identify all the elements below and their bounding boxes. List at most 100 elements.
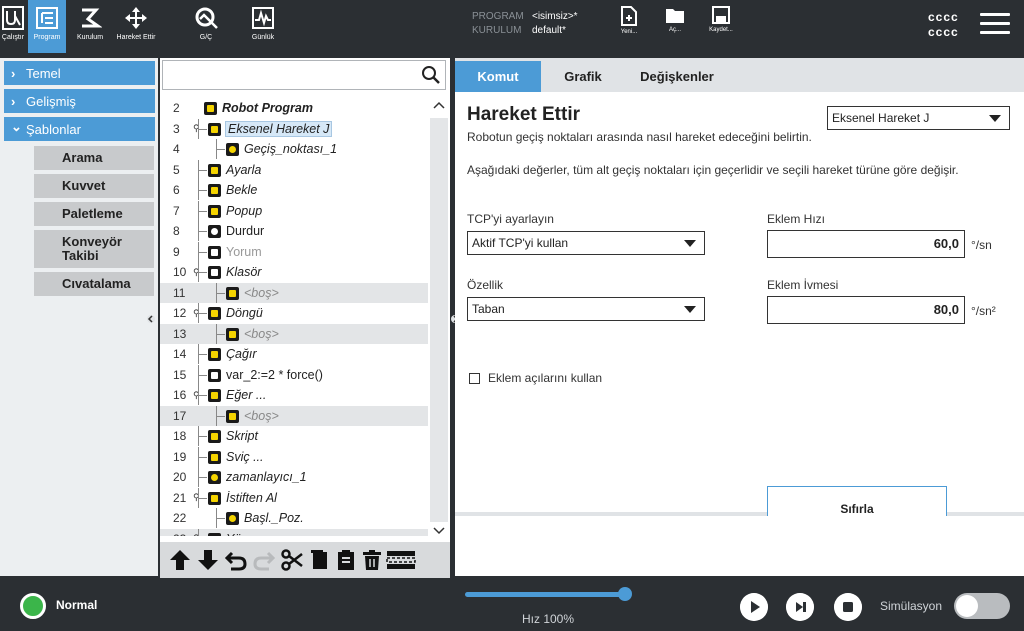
nav-move-button[interactable]: Hareket Ettir bbox=[112, 0, 160, 53]
tree-row[interactable]: 5 Ayarla bbox=[160, 159, 428, 180]
tree-connector bbox=[198, 497, 207, 499]
robot-arm-icon bbox=[82, 8, 102, 28]
tree-row[interactable]: 18 Skript bbox=[160, 426, 428, 446]
category-advanced[interactable]: › Gelişmiş bbox=[4, 89, 155, 113]
category-basic[interactable]: › Temel bbox=[4, 61, 155, 85]
program-tree-icon bbox=[36, 7, 58, 29]
collapse-left-icon[interactable] bbox=[146, 312, 156, 326]
tree-connector bbox=[198, 180, 199, 200]
tree-row[interactable]: 3 ⚲ Eksenel Hareket J bbox=[160, 118, 428, 139]
tree-row[interactable]: 2 Robot Program bbox=[160, 98, 428, 118]
tab-variables[interactable]: Değişkenler bbox=[627, 61, 727, 92]
tree-row[interactable]: 21 ⚲ İstiften Al bbox=[160, 487, 428, 508]
tree-row[interactable]: 4 Geçiş_noktası_1 bbox=[160, 139, 428, 159]
stop-icon[interactable] bbox=[834, 593, 862, 621]
category-basic-label: Temel bbox=[26, 65, 61, 81]
program-categories-panel: › Temel › Gelişmiş ⌄ Şablonlar Arama Kuv… bbox=[0, 58, 158, 576]
suppress-icon[interactable] bbox=[386, 548, 416, 572]
simulation-toggle[interactable] bbox=[954, 593, 1010, 619]
cut-icon[interactable] bbox=[280, 548, 304, 572]
tab-command[interactable]: Komut bbox=[455, 61, 541, 92]
delete-icon[interactable] bbox=[360, 548, 384, 572]
nav-io-button[interactable]: G/Ç bbox=[186, 0, 226, 53]
nav-log-button[interactable]: Günlük bbox=[240, 0, 286, 53]
speed-slider-track[interactable] bbox=[465, 592, 627, 597]
tree-row[interactable]: 11 <boş> bbox=[160, 282, 428, 303]
nav-run-button[interactable]: Çalıştır bbox=[0, 0, 26, 53]
tree-row[interactable]: 12 ⚲ Döngü bbox=[160, 303, 428, 323]
tree-row[interactable]: 17 <boş> bbox=[160, 405, 428, 426]
tree-row[interactable]: 16 ⚲ Eğer ... bbox=[160, 385, 428, 405]
tree-search-field[interactable] bbox=[162, 60, 446, 90]
tree-connector bbox=[198, 190, 207, 191]
category-templates[interactable]: ⌄ Şablonlar bbox=[4, 117, 155, 141]
if-icon bbox=[208, 389, 221, 402]
tree-node-label: zamanlayıcı_1 bbox=[226, 470, 307, 484]
paste-icon[interactable] bbox=[334, 548, 358, 572]
search-icon[interactable] bbox=[421, 65, 441, 85]
line-number: 15 bbox=[173, 367, 187, 382]
copy-icon[interactable] bbox=[308, 548, 332, 572]
menu-hamburger-icon[interactable] bbox=[980, 13, 1010, 37]
command-content: Hareket Ettir Eksenel Hareket J Robotun … bbox=[455, 92, 1024, 532]
joint-accel-input[interactable]: 80,0 bbox=[767, 296, 965, 324]
new-button[interactable]: Yeni... bbox=[612, 6, 646, 35]
feature-dropdown[interactable]: Taban bbox=[467, 297, 705, 321]
tcp-dropdown[interactable]: Aktif TCP'yi kullan bbox=[467, 231, 705, 255]
move-up-icon[interactable] bbox=[168, 548, 192, 572]
joint-speed-input[interactable]: 60,0 bbox=[767, 230, 965, 258]
joint-accel-unit: °/sn² bbox=[971, 304, 996, 318]
move-type-dropdown[interactable]: Eksenel Hareket J bbox=[827, 106, 1010, 130]
tab-graphics[interactable]: Grafik bbox=[551, 61, 615, 92]
popup-icon bbox=[208, 204, 221, 218]
move-arrows-icon bbox=[125, 7, 147, 29]
template-force[interactable]: Kuvvet bbox=[34, 174, 154, 198]
step-icon[interactable] bbox=[786, 593, 814, 621]
tree-row[interactable]: 20 zamanlayıcı_1 bbox=[160, 467, 428, 487]
tree-node-label: Eğer ... bbox=[226, 388, 267, 402]
template-palletizing[interactable]: Paletleme bbox=[34, 202, 154, 226]
tree-node-label: Klasör bbox=[226, 265, 262, 279]
tree-row[interactable]: 15 var_2:=2 * force() bbox=[160, 364, 428, 385]
undo-icon[interactable] bbox=[224, 548, 248, 572]
scroll-up-icon[interactable] bbox=[432, 100, 446, 114]
move-down-icon[interactable] bbox=[196, 548, 220, 572]
tree-row[interactable]: 10 ⚲ Klasör bbox=[160, 262, 428, 282]
tree-row[interactable]: 23⚲Yön bbox=[160, 528, 428, 536]
tree-row[interactable]: 7 Popup bbox=[160, 200, 428, 221]
joint-speed-label: Eklem Hızı bbox=[767, 212, 826, 226]
play-icon[interactable] bbox=[740, 593, 768, 621]
save-button[interactable]: Kaydet... bbox=[704, 6, 738, 33]
tree-row[interactable]: 9 Yorum bbox=[160, 241, 428, 262]
tree-node-label: Döngü bbox=[226, 306, 263, 320]
chevron-right-icon: › bbox=[11, 65, 16, 81]
tree-row[interactable]: 6 Bekle bbox=[160, 180, 428, 200]
tree-row[interactable]: 13 <boş> bbox=[160, 323, 428, 344]
toggle-knob bbox=[956, 595, 978, 617]
status-indicator-icon[interactable] bbox=[20, 593, 46, 619]
tree-row[interactable]: 14 Çağır bbox=[160, 344, 428, 364]
tree-row[interactable]: 8 Durdur bbox=[160, 221, 428, 241]
scroll-down-icon[interactable] bbox=[432, 526, 446, 540]
tree-scrollbar[interactable] bbox=[430, 98, 448, 548]
template-screwdriving[interactable]: Cıvatalama bbox=[34, 272, 154, 296]
scroll-thumb[interactable] bbox=[430, 118, 448, 522]
nav-program-button[interactable]: Program bbox=[28, 0, 66, 53]
tree-row[interactable]: 22 Başl._Poz. bbox=[160, 508, 428, 528]
use-joint-angles-checkbox[interactable] bbox=[469, 373, 480, 384]
open-label: Aç... bbox=[668, 27, 681, 33]
line-number: 14 bbox=[173, 347, 187, 361]
installation-name: default* bbox=[532, 25, 566, 36]
line-number: 17 bbox=[173, 408, 187, 423]
nav-run-label: Çalıştır bbox=[1, 34, 25, 41]
nav-installation-button[interactable]: Kurulum bbox=[70, 0, 110, 53]
waypoint-icon bbox=[226, 512, 239, 525]
tree-row[interactable]: 19 Sviç ... bbox=[160, 446, 428, 467]
template-search[interactable]: Arama bbox=[34, 146, 154, 170]
assignment-icon bbox=[208, 368, 221, 382]
speed-slider-knob[interactable] bbox=[618, 587, 632, 601]
redo-icon[interactable] bbox=[252, 548, 276, 572]
template-conveyor-tracking[interactable]: Konveyör Takibi bbox=[34, 230, 154, 268]
program-key: PROGRAM bbox=[472, 11, 524, 22]
open-button[interactable]: Aç... bbox=[658, 6, 692, 33]
